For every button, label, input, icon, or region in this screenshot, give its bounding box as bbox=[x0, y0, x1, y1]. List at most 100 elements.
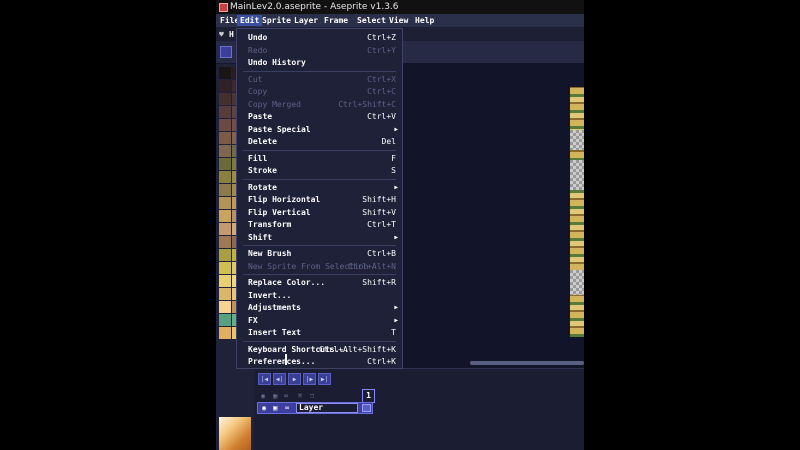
palette-swatch[interactable] bbox=[219, 171, 231, 183]
palette-swatch[interactable] bbox=[219, 93, 231, 105]
menu-item-stroke[interactable]: Stroke S bbox=[237, 165, 402, 177]
lock-icon[interactable]: ▣ bbox=[273, 404, 277, 412]
menu-item-shift[interactable]: Shift ▶ bbox=[237, 232, 402, 244]
color-gradient-preview[interactable] bbox=[219, 417, 251, 450]
eye-icon[interactable]: ◉ bbox=[261, 392, 265, 400]
menu-item-insert-text[interactable]: Insert Text T bbox=[237, 327, 402, 339]
menu-item-shortcut: Ctrl+Y bbox=[367, 45, 396, 55]
palette-swatch[interactable] bbox=[219, 119, 231, 131]
palette-swatch[interactable] bbox=[219, 262, 231, 274]
menu-item-shortcut: Shift+H bbox=[362, 195, 396, 204]
menu-item-shortcut: Shift+V bbox=[362, 207, 396, 217]
layer-name[interactable]: Layer bbox=[296, 403, 358, 413]
last-frame-icon[interactable]: ▶| bbox=[318, 373, 331, 385]
menu-item-shortcut: Ctrl+V bbox=[367, 112, 396, 121]
menu-frame[interactable]: Frame bbox=[321, 15, 351, 26]
palette-swatch[interactable] bbox=[219, 158, 231, 170]
next-frame-icon[interactable]: |▶ bbox=[303, 373, 316, 385]
menu-item-shortcut: Ctrl+Alt+Shift+K bbox=[318, 344, 396, 354]
menu-item-fx[interactable]: FX ▶ bbox=[237, 315, 402, 327]
menu-sprite[interactable]: Sprite bbox=[259, 15, 294, 26]
horizontal-scrollbar[interactable] bbox=[470, 361, 584, 365]
menu-bar: File Edit Sprite Layer Frame Select View… bbox=[216, 14, 584, 27]
menu-item-undo-history[interactable]: Undo History bbox=[237, 57, 402, 69]
palette-swatch[interactable] bbox=[219, 106, 231, 118]
menu-item-fill[interactable]: Fill F bbox=[237, 153, 402, 165]
menu-item-transform[interactable]: Transform Ctrl+T bbox=[237, 219, 402, 231]
layer-row[interactable]: ◉ ▣ ∞ Layer bbox=[257, 402, 373, 414]
palette-swatch[interactable] bbox=[219, 327, 231, 339]
menu-item-shortcut: F bbox=[391, 153, 396, 163]
menu-item-shortcut: Ctrl+C bbox=[367, 87, 396, 96]
menu-select[interactable]: Select bbox=[354, 15, 389, 26]
layer-header: ◉ ▣ ∞ ⌘ ❐ bbox=[258, 391, 374, 402]
text-cursor bbox=[285, 354, 287, 365]
first-frame-icon[interactable]: |◀ bbox=[258, 373, 271, 385]
link-icon[interactable]: ∞ bbox=[285, 404, 289, 412]
layer-tree-icon[interactable]: ⌘ bbox=[298, 392, 302, 400]
menu-item-label: Flip Horizontal bbox=[248, 195, 321, 204]
menu-item-keyboard-shortcuts[interactable]: Keyboard Shortcuts... Ctrl+Alt+Shift+K bbox=[237, 344, 402, 356]
menu-item-replace-color[interactable]: Replace Color... Shift+R bbox=[237, 277, 402, 289]
menu-item-flip-vertical[interactable]: Flip Vertical Shift+V bbox=[237, 207, 402, 219]
menu-item-shortcut: Ctrl+Z bbox=[367, 33, 396, 42]
palette-swatch[interactable] bbox=[219, 132, 231, 144]
palette-swatch[interactable] bbox=[219, 236, 231, 248]
cel[interactable] bbox=[362, 404, 371, 412]
eye-icon[interactable]: ◉ bbox=[262, 404, 266, 412]
palette-swatch[interactable] bbox=[219, 67, 231, 79]
timeline-panel: |◀ ◀| ▶ |▶ ▶| ◉ ▣ ∞ ⌘ ❐ 1 ◉ ▣ ∞ Layer bbox=[254, 368, 584, 450]
link-icon[interactable]: ∞ bbox=[284, 392, 288, 400]
palette-swatch[interactable] bbox=[219, 80, 231, 92]
menu-item-copy[interactable]: Copy Ctrl+C bbox=[237, 86, 402, 98]
menu-item-label: Transform bbox=[248, 220, 292, 229]
menu-item-new-sprite-from-selection[interactable]: New Sprite From Selection Ctrl+Alt+N bbox=[237, 261, 402, 273]
palette-swatch[interactable] bbox=[219, 314, 231, 326]
menu-item-redo[interactable]: Redo Ctrl+Y bbox=[237, 45, 402, 57]
menu-item-copy-merged[interactable]: Copy Merged Ctrl+Shift+C bbox=[237, 99, 402, 111]
palette-swatch[interactable] bbox=[219, 223, 231, 235]
menu-item-label: Undo bbox=[248, 33, 268, 42]
menu-item-paste-special[interactable]: Paste Special ▶ bbox=[237, 124, 402, 136]
menu-separator bbox=[243, 149, 396, 151]
menu-item-invert[interactable]: Invert... bbox=[237, 290, 402, 302]
copy-icon[interactable]: ❐ bbox=[310, 392, 314, 400]
frame-number[interactable]: 1 bbox=[362, 389, 375, 403]
menu-layer[interactable]: Layer bbox=[291, 15, 321, 26]
menu-item-flip-horizontal[interactable]: Flip Horizontal Shift+H bbox=[237, 194, 402, 206]
previous-frame-icon[interactable]: ◀| bbox=[273, 373, 286, 385]
play-icon[interactable]: ▶ bbox=[288, 373, 301, 385]
menu-item-undo[interactable]: Undo Ctrl+Z bbox=[237, 32, 402, 44]
menu-item-rotate[interactable]: Rotate ▶ bbox=[237, 182, 402, 194]
palette-swatch[interactable] bbox=[219, 301, 231, 313]
palette-swatch[interactable] bbox=[219, 145, 231, 157]
menu-item-adjustments[interactable]: Adjustments ▶ bbox=[237, 302, 402, 314]
lock-icon[interactable] bbox=[220, 46, 232, 58]
palette-swatch[interactable] bbox=[219, 210, 231, 222]
home-tab[interactable]: H bbox=[229, 30, 234, 39]
palette-swatch[interactable] bbox=[219, 275, 231, 287]
submenu-arrow-icon: ▶ bbox=[394, 304, 398, 311]
menu-item-delete[interactable]: Delete Del bbox=[237, 136, 402, 148]
palette-swatch[interactable] bbox=[219, 288, 231, 300]
menu-item-label: Copy bbox=[248, 87, 268, 96]
transparent-area bbox=[570, 130, 584, 150]
menu-view[interactable]: View bbox=[386, 15, 411, 26]
menu-item-shortcut: Del bbox=[381, 137, 396, 146]
heart-icon[interactable]: ♥ bbox=[219, 30, 224, 39]
menu-item-label: Copy Merged bbox=[248, 99, 301, 109]
palette-swatch[interactable] bbox=[219, 249, 231, 261]
menu-item-cut[interactable]: Cut Ctrl+X bbox=[237, 74, 402, 86]
menu-separator bbox=[243, 70, 396, 72]
palette-swatch[interactable] bbox=[219, 184, 231, 196]
submenu-arrow-icon: ▶ bbox=[394, 233, 398, 241]
menu-separator bbox=[243, 340, 396, 342]
menu-item-shortcut: S bbox=[391, 166, 396, 175]
menu-separator bbox=[243, 274, 396, 275]
lock-icon[interactable]: ▣ bbox=[273, 392, 277, 400]
menu-item-new-brush[interactable]: New Brush Ctrl+B bbox=[237, 248, 402, 260]
menu-item-paste[interactable]: Paste Ctrl+V bbox=[237, 111, 402, 123]
menu-help[interactable]: Help bbox=[412, 15, 437, 26]
palette-swatch[interactable] bbox=[219, 197, 231, 209]
menu-item-preferences[interactable]: Preferences... Ctrl+K bbox=[237, 356, 402, 368]
